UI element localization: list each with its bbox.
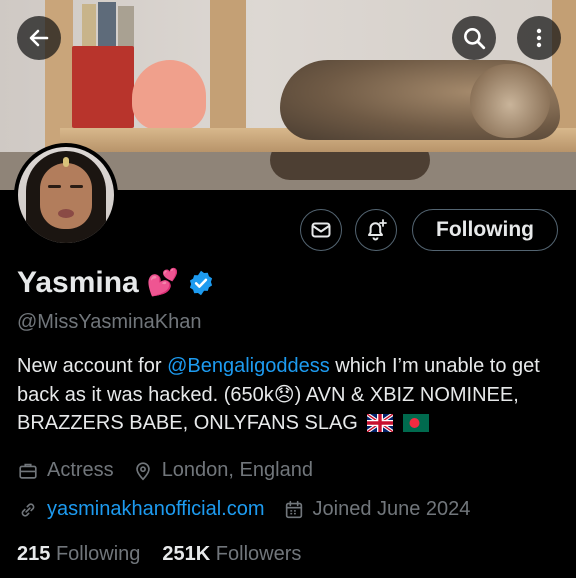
sad-face-emoji: 😞: [273, 382, 295, 406]
banner-red-book: [72, 46, 134, 128]
more-options-button[interactable]: [517, 16, 561, 60]
uk-flag-icon: [367, 414, 394, 432]
back-button[interactable]: [17, 16, 61, 60]
bio-mention-link[interactable]: @Bengaligoddess: [167, 355, 330, 377]
website-item[interactable]: yasminakhanofficial.com: [17, 498, 265, 521]
profile-name-row: Yasmina 💕: [17, 266, 215, 300]
location-item: London, England: [132, 459, 313, 482]
followers-stat[interactable]: 251K Followers: [162, 543, 301, 566]
avatar[interactable]: [14, 143, 118, 247]
name-emoji: 💕: [146, 268, 180, 298]
banner-pink-figure: [132, 60, 206, 130]
followers-stat-label: Followers: [215, 543, 302, 565]
follow-stats: 215 Following 251K Followers: [17, 543, 323, 566]
bangladesh-flag-icon: [402, 414, 429, 432]
calendar-icon: [285, 500, 302, 518]
profile-meta-row: Actress London, England: [17, 459, 331, 482]
avatar-brow: [48, 185, 61, 188]
bio-text: New account for: [17, 355, 168, 377]
banner-book: [118, 6, 134, 48]
occupation-text: Actress: [47, 459, 114, 481]
avatar-photo: [18, 147, 114, 243]
briefcase-icon: [19, 463, 37, 479]
profile-bio: New account for @Bengaligoddess which I’…: [17, 352, 565, 437]
joined-item: Joined June 2024: [283, 498, 471, 521]
verified-badge-icon[interactable]: [187, 269, 215, 297]
avatar-brow: [70, 185, 83, 188]
profile-meta-row: yasminakhanofficial.com Joined June 2024: [17, 498, 488, 521]
notifications-button[interactable]: [355, 209, 397, 251]
bell-plus-icon: [368, 219, 387, 241]
following-button[interactable]: Following: [412, 209, 558, 251]
joined-date-text: Joined June 2024: [312, 498, 471, 520]
website-link[interactable]: yasminakhanofficial.com: [47, 498, 265, 521]
following-stat[interactable]: 215 Following: [17, 543, 140, 566]
arrow-left-icon: [29, 29, 49, 47]
display-name: Yasmina: [17, 266, 139, 299]
search-button[interactable]: [452, 16, 496, 60]
avatar-lips: [58, 209, 74, 218]
message-button[interactable]: [300, 209, 342, 251]
envelope-icon: [311, 222, 331, 238]
banner-cat-head: [470, 64, 550, 138]
following-stat-label: Following: [55, 543, 141, 565]
occupation-item: Actress: [17, 459, 114, 482]
location-text: London, England: [161, 459, 313, 481]
location-pin-icon: [135, 461, 150, 480]
banner-book: [98, 2, 116, 48]
following-count: 215: [17, 543, 51, 565]
avatar-jewelry: [63, 157, 69, 167]
more-vertical-icon: [536, 28, 542, 48]
banner-book: [82, 4, 96, 48]
profile-handle: @MissYasminaKhan: [17, 311, 202, 333]
followers-count: 251K: [162, 543, 211, 565]
link-icon: [21, 502, 35, 517]
avatar-face: [40, 163, 92, 229]
search-icon: [464, 28, 486, 50]
